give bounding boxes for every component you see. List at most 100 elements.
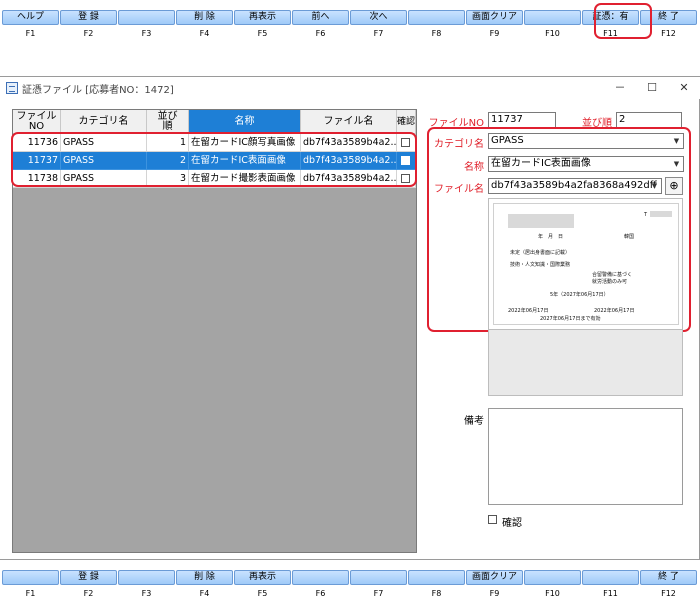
fkey-label: F11	[603, 589, 618, 598]
order-field[interactable]: 2	[616, 112, 682, 128]
chevron-down-icon[interactable]: ▼	[671, 135, 682, 147]
title-bar: 証憑ファイル [応募者NO：1472] － ☐ ✕	[0, 77, 700, 99]
table-row[interactable]: 11738 GPASS 3 在留カード撮影表面画像 db7f43a3589b4a…	[13, 170, 416, 188]
image-preview[interactable]: T 年 月 日 韓国 未定（居出身書面に記載） 技術・人文知識・国際業務 合留警…	[488, 198, 683, 330]
doc-text: 5年（2027年06月17日）	[550, 292, 609, 298]
cell-category: GPASS	[61, 134, 147, 152]
fkey-label: F3	[141, 589, 152, 598]
register-button[interactable]: 登 録	[60, 570, 117, 585]
f8-button[interactable]	[408, 10, 465, 25]
f11-button[interactable]	[582, 570, 639, 585]
bottom-function-bar: F1 登 録 F2 F3 削 除 F4 再表示 F5 F6 F7 F8 画面クリア F9…	[2, 568, 698, 604]
fkey-f1: F1	[2, 568, 59, 604]
remarks-label: 備考	[464, 416, 484, 427]
fkey-label: F5	[257, 29, 268, 38]
header-order[interactable]: 並び 順	[147, 110, 189, 134]
fkey-label: F10	[545, 589, 560, 598]
exit-button[interactable]: 終 了	[640, 10, 697, 25]
f3-button[interactable]	[118, 570, 175, 585]
file-grid[interactable]: ファイル NO カテゴリ名 並び 順 名称 ファイル名 確認 11736 GPA…	[12, 109, 417, 553]
fkey-f2: 登 録 F2	[60, 8, 117, 44]
fkey-f9: 画面クリア F9	[466, 568, 523, 604]
name-label: 名称	[464, 162, 484, 173]
confirm-checkbox[interactable]	[488, 515, 497, 524]
cell-file-no: 11737	[13, 152, 61, 170]
f7-button[interactable]	[350, 570, 407, 585]
header-category[interactable]: カテゴリ名	[61, 110, 147, 134]
remarks-textarea[interactable]	[488, 408, 683, 505]
minimize-icon[interactable]: －	[604, 78, 636, 98]
doc-text: 技術・人文知識・国際業務	[510, 262, 571, 268]
table-row-selected[interactable]: 11737 GPASS 2 在留カードIC表面画像 db7f43a3589b4a…	[13, 152, 416, 170]
clear-screen-button[interactable]: 画面クリア	[466, 570, 523, 585]
delete-button[interactable]: 削 除	[176, 570, 233, 585]
redacted-block	[650, 211, 672, 217]
grid-header: ファイル NO カテゴリ名 並び 順 名称 ファイル名 確認	[13, 110, 416, 134]
help-button[interactable]: ヘルプ	[2, 10, 59, 25]
refresh-button[interactable]: 再表示	[234, 570, 291, 585]
fkey-label: F8	[431, 589, 442, 598]
fkey-label: F9	[489, 589, 500, 598]
fkey-f4: 削 除 F4	[176, 568, 233, 604]
confirm-checkbox[interactable]	[401, 138, 410, 147]
table-row[interactable]: 11736 GPASS 1 在留カードIC顔写真画像 db7f43a3589b4…	[13, 134, 416, 152]
f3-button[interactable]	[118, 10, 175, 25]
fkey-label: F9	[489, 29, 500, 38]
header-file-no[interactable]: ファイル NO	[13, 110, 61, 134]
fkey-label: F2	[83, 29, 94, 38]
category-select[interactable]: GPASS ▼	[488, 133, 684, 149]
confirm-checkbox[interactable]	[401, 156, 410, 165]
cell-category: GPASS	[61, 170, 147, 188]
header-filename[interactable]: ファイル名	[301, 110, 397, 134]
fkey-f10: F10	[524, 8, 581, 44]
fkey-f7: F7	[350, 568, 407, 604]
doc-text: 合留警備に基づく	[592, 272, 633, 278]
chevron-down-icon[interactable]: ▼	[671, 158, 682, 170]
fkey-label: F7	[373, 29, 384, 38]
name-value: 在留カードIC表面画像	[491, 158, 591, 169]
doc-text: T	[644, 212, 648, 218]
exit-button[interactable]: 終 了	[640, 570, 697, 585]
fkey-label: F3	[141, 29, 152, 38]
fkey-f6: 前へ F6	[292, 8, 349, 44]
clear-screen-button[interactable]: 画面クリア	[466, 10, 523, 25]
cell-category: GPASS	[61, 152, 147, 170]
category-value: GPASS	[491, 135, 524, 146]
header-order-line1: 並び	[157, 110, 178, 122]
name-select[interactable]: 在留カードIC表面画像 ▼	[488, 156, 684, 172]
f10-button[interactable]	[524, 10, 581, 25]
zoom-in-icon[interactable]: ⊕	[665, 177, 683, 195]
fkey-f6: F6	[292, 568, 349, 604]
doc-text: 未定（居出身書面に記載）	[510, 250, 571, 256]
chevron-down-icon[interactable]: ▼	[649, 180, 660, 192]
register-button[interactable]: 登 録	[60, 10, 117, 25]
fkey-f8: F8	[408, 568, 465, 604]
cell-order: 1	[147, 134, 189, 152]
delete-button[interactable]: 削 除	[176, 10, 233, 25]
redacted-block	[508, 214, 574, 228]
fkey-label: F12	[661, 29, 676, 38]
fkey-f3: F3	[118, 568, 175, 604]
maximize-icon[interactable]: ☐	[636, 78, 668, 98]
cell-confirm	[397, 170, 416, 188]
next-button[interactable]: 次へ	[350, 10, 407, 25]
evidence-toggle-button[interactable]: 証憑：有	[582, 10, 639, 25]
cell-filename: db7f43a3589b4a2...	[301, 134, 397, 152]
previous-button[interactable]: 前へ	[292, 10, 349, 25]
fkey-f1: ヘルプ F1	[2, 8, 59, 44]
refresh-button[interactable]: 再表示	[234, 10, 291, 25]
file-no-field[interactable]: 11737	[488, 112, 556, 128]
f8-button[interactable]	[408, 570, 465, 585]
fkey-f5: 再表示 F5	[234, 568, 291, 604]
f6-button[interactable]	[292, 570, 349, 585]
f1-button[interactable]	[2, 570, 59, 585]
fkey-label: F4	[199, 589, 210, 598]
header-name[interactable]: 名称	[189, 110, 301, 134]
header-confirm[interactable]: 確認	[397, 110, 416, 134]
f10-button[interactable]	[524, 570, 581, 585]
order-label: 並び順	[582, 118, 612, 129]
window-title: 証憑ファイル [応募者NO：1472]	[22, 85, 174, 96]
close-icon[interactable]: ✕	[668, 78, 700, 98]
filename-select[interactable]: db7f43a3589b4a2fa8368a492dff ▼	[488, 178, 662, 194]
confirm-checkbox[interactable]	[401, 174, 410, 183]
